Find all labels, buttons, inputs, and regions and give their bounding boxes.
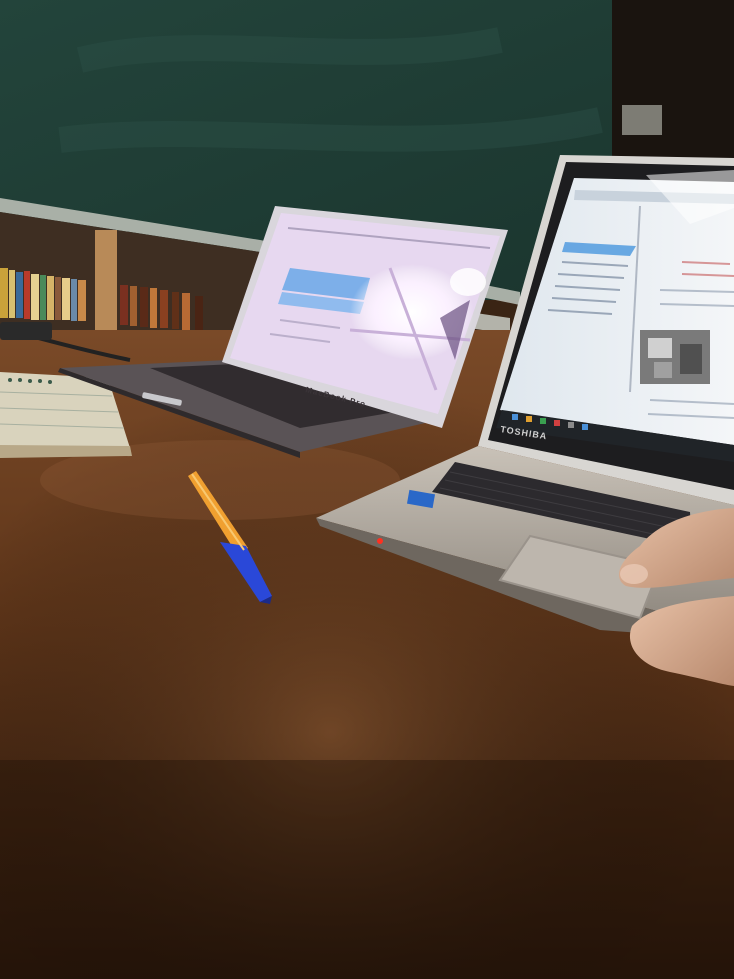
window-light [622, 105, 662, 135]
vignette [0, 760, 734, 979]
photo-scene: MacBook Pro TOSHIBA [0, 0, 734, 979]
power-led [377, 538, 383, 544]
charger [0, 322, 52, 340]
shelf-post [95, 230, 117, 330]
scene-svg: MacBook Pro TOSHIBA [0, 0, 734, 979]
